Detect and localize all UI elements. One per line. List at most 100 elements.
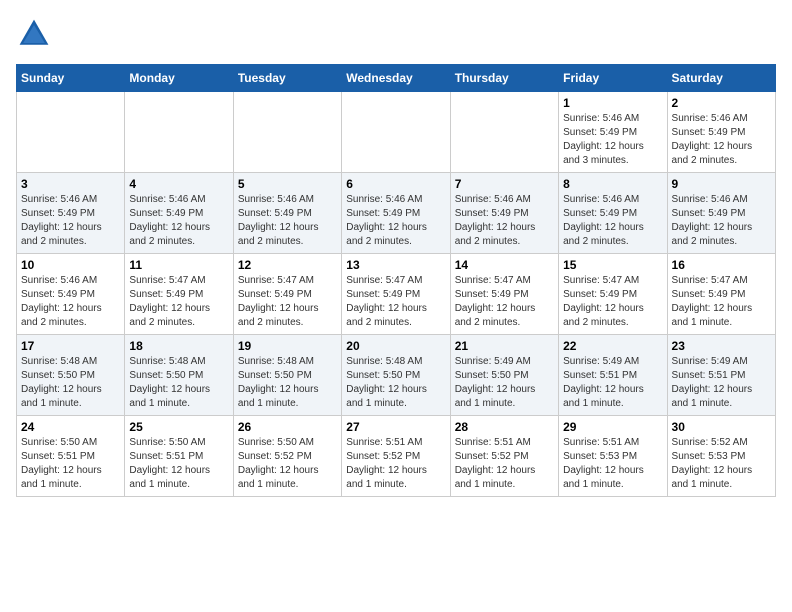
day-detail: Sunrise: 5:51 AM Sunset: 5:52 PM Dayligh… (346, 436, 445, 492)
day-detail: Sunrise: 5:46 AM Sunset: 5:49 PM Dayligh… (672, 193, 771, 249)
calendar-cell: 5 Sunrise: 5:46 AM Sunset: 5:49 PM Daylig… (233, 173, 341, 254)
weekday-header-tuesday: Tuesday (233, 65, 341, 92)
calendar-cell: 9 Sunrise: 5:46 AM Sunset: 5:49 PM Daylig… (667, 173, 775, 254)
calendar-cell: 7 Sunrise: 5:46 AM Sunset: 5:49 PM Daylig… (450, 173, 558, 254)
day-detail: Sunrise: 5:46 AM Sunset: 5:49 PM Dayligh… (563, 193, 662, 249)
calendar-cell: 20 Sunrise: 5:48 AM Sunset: 5:50 PM Dayli… (342, 335, 450, 416)
week-row-2: 10Sunrise: 5:46 AM Sunset: 5:49 PM Dayli… (17, 254, 776, 335)
day-number: 12 (238, 258, 337, 272)
logo-icon (16, 16, 52, 52)
calendar-cell (342, 92, 450, 173)
weekday-header-sunday: Sunday (17, 65, 125, 92)
calendar-cell: 1 Sunrise: 5:46 AM Sunset: 5:49 PM Daylig… (559, 92, 667, 173)
calendar-cell (17, 92, 125, 173)
calendar-cell: 14 Sunrise: 5:47 AM Sunset: 5:49 PM Dayli… (450, 254, 558, 335)
day-detail: Sunrise: 5:47 AM Sunset: 5:49 PM Dayligh… (129, 274, 228, 330)
calendar: SundayMondayTuesdayWednesdayThursdayFrid… (16, 64, 776, 497)
weekday-header-saturday: Saturday (667, 65, 775, 92)
calendar-cell: 23 Sunrise: 5:49 AM Sunset: 5:51 PM Dayli… (667, 335, 775, 416)
calendar-cell: 4Sunrise: 5:46 AM Sunset: 5:49 PM Daylig… (125, 173, 233, 254)
day-detail: Sunrise: 5:49 AM Sunset: 5:50 PM Dayligh… (455, 355, 554, 411)
calendar-cell: 28Sunrise: 5:51 AM Sunset: 5:52 PM Dayli… (450, 416, 558, 497)
day-detail: Sunrise: 5:47 AM Sunset: 5:49 PM Dayligh… (672, 274, 771, 330)
day-detail: Sunrise: 5:46 AM Sunset: 5:49 PM Dayligh… (21, 274, 120, 330)
day-detail: Sunrise: 5:50 AM Sunset: 5:51 PM Dayligh… (21, 436, 120, 492)
day-detail: Sunrise: 5:47 AM Sunset: 5:49 PM Dayligh… (455, 274, 554, 330)
day-number: 14 (455, 258, 554, 272)
calendar-cell (450, 92, 558, 173)
calendar-cell: 22Sunrise: 5:49 AM Sunset: 5:51 PM Dayli… (559, 335, 667, 416)
day-number: 2 (672, 96, 771, 110)
day-detail: Sunrise: 5:47 AM Sunset: 5:49 PM Dayligh… (238, 274, 337, 330)
day-detail: Sunrise: 5:48 AM Sunset: 5:50 PM Dayligh… (129, 355, 228, 411)
day-number: 3 (21, 177, 120, 191)
day-number: 17 (21, 339, 120, 353)
weekday-header-monday: Monday (125, 65, 233, 92)
day-detail: Sunrise: 5:48 AM Sunset: 5:50 PM Dayligh… (346, 355, 445, 411)
day-detail: Sunrise: 5:46 AM Sunset: 5:49 PM Dayligh… (346, 193, 445, 249)
day-number: 29 (563, 420, 662, 434)
logo (16, 16, 58, 52)
day-number: 9 (672, 177, 771, 191)
weekday-header-row: SundayMondayTuesdayWednesdayThursdayFrid… (17, 65, 776, 92)
day-detail: Sunrise: 5:51 AM Sunset: 5:53 PM Dayligh… (563, 436, 662, 492)
day-number: 26 (238, 420, 337, 434)
day-detail: Sunrise: 5:49 AM Sunset: 5:51 PM Dayligh… (672, 355, 771, 411)
day-number: 20 (346, 339, 445, 353)
day-number: 25 (129, 420, 228, 434)
calendar-cell: 18 Sunrise: 5:48 AM Sunset: 5:50 PM Dayli… (125, 335, 233, 416)
day-number: 15 (563, 258, 662, 272)
day-detail: Sunrise: 5:47 AM Sunset: 5:49 PM Dayligh… (563, 274, 662, 330)
calendar-cell: 25 Sunrise: 5:50 AM Sunset: 5:51 PM Dayli… (125, 416, 233, 497)
calendar-cell: 27 Sunrise: 5:51 AM Sunset: 5:52 PM Dayli… (342, 416, 450, 497)
day-number: 5 (238, 177, 337, 191)
day-number: 19 (238, 339, 337, 353)
day-number: 27 (346, 420, 445, 434)
day-detail: Sunrise: 5:51 AM Sunset: 5:52 PM Dayligh… (455, 436, 554, 492)
day-detail: Sunrise: 5:47 AM Sunset: 5:49 PM Dayligh… (346, 274, 445, 330)
calendar-cell: 12 Sunrise: 5:47 AM Sunset: 5:49 PM Dayli… (233, 254, 341, 335)
calendar-cell: 30 Sunrise: 5:52 AM Sunset: 5:53 PM Dayli… (667, 416, 775, 497)
calendar-cell (233, 92, 341, 173)
day-detail: Sunrise: 5:49 AM Sunset: 5:51 PM Dayligh… (563, 355, 662, 411)
day-number: 23 (672, 339, 771, 353)
week-row-4: 24 Sunrise: 5:50 AM Sunset: 5:51 PM Dayli… (17, 416, 776, 497)
day-number: 13 (346, 258, 445, 272)
calendar-cell (125, 92, 233, 173)
day-number: 30 (672, 420, 771, 434)
calendar-cell: 13 Sunrise: 5:47 AM Sunset: 5:49 PM Dayli… (342, 254, 450, 335)
day-detail: Sunrise: 5:50 AM Sunset: 5:51 PM Dayligh… (129, 436, 228, 492)
calendar-cell: 21Sunrise: 5:49 AM Sunset: 5:50 PM Dayli… (450, 335, 558, 416)
week-row-3: 17 Sunrise: 5:48 AM Sunset: 5:50 PM Dayli… (17, 335, 776, 416)
day-number: 7 (455, 177, 554, 191)
day-number: 1 (563, 96, 662, 110)
day-number: 16 (672, 258, 771, 272)
day-number: 18 (129, 339, 228, 353)
calendar-cell: 15 Sunrise: 5:47 AM Sunset: 5:49 PM Dayli… (559, 254, 667, 335)
day-number: 6 (346, 177, 445, 191)
calendar-cell: 24 Sunrise: 5:50 AM Sunset: 5:51 PM Dayli… (17, 416, 125, 497)
weekday-header-wednesday: Wednesday (342, 65, 450, 92)
page-header (16, 16, 776, 52)
calendar-cell: 11 Sunrise: 5:47 AM Sunset: 5:49 PM Dayli… (125, 254, 233, 335)
day-detail: Sunrise: 5:50 AM Sunset: 5:52 PM Dayligh… (238, 436, 337, 492)
day-detail: Sunrise: 5:46 AM Sunset: 5:49 PM Dayligh… (455, 193, 554, 249)
day-detail: Sunrise: 5:46 AM Sunset: 5:49 PM Dayligh… (563, 112, 662, 168)
day-number: 24 (21, 420, 120, 434)
calendar-cell: 6 Sunrise: 5:46 AM Sunset: 5:49 PM Daylig… (342, 173, 450, 254)
calendar-cell: 29 Sunrise: 5:51 AM Sunset: 5:53 PM Dayli… (559, 416, 667, 497)
day-detail: Sunrise: 5:46 AM Sunset: 5:49 PM Dayligh… (238, 193, 337, 249)
calendar-cell: 3 Sunrise: 5:46 AM Sunset: 5:49 PM Daylig… (17, 173, 125, 254)
day-detail: Sunrise: 5:46 AM Sunset: 5:49 PM Dayligh… (672, 112, 771, 168)
day-detail: Sunrise: 5:52 AM Sunset: 5:53 PM Dayligh… (672, 436, 771, 492)
calendar-cell: 17 Sunrise: 5:48 AM Sunset: 5:50 PM Dayli… (17, 335, 125, 416)
calendar-cell: 10Sunrise: 5:46 AM Sunset: 5:49 PM Dayli… (17, 254, 125, 335)
weekday-header-friday: Friday (559, 65, 667, 92)
calendar-cell: 2 Sunrise: 5:46 AM Sunset: 5:49 PM Daylig… (667, 92, 775, 173)
day-detail: Sunrise: 5:48 AM Sunset: 5:50 PM Dayligh… (238, 355, 337, 411)
week-row-0: 1 Sunrise: 5:46 AM Sunset: 5:49 PM Daylig… (17, 92, 776, 173)
day-detail: Sunrise: 5:46 AM Sunset: 5:49 PM Dayligh… (21, 193, 120, 249)
day-number: 4 (129, 177, 228, 191)
day-detail: Sunrise: 5:48 AM Sunset: 5:50 PM Dayligh… (21, 355, 120, 411)
day-number: 11 (129, 258, 228, 272)
